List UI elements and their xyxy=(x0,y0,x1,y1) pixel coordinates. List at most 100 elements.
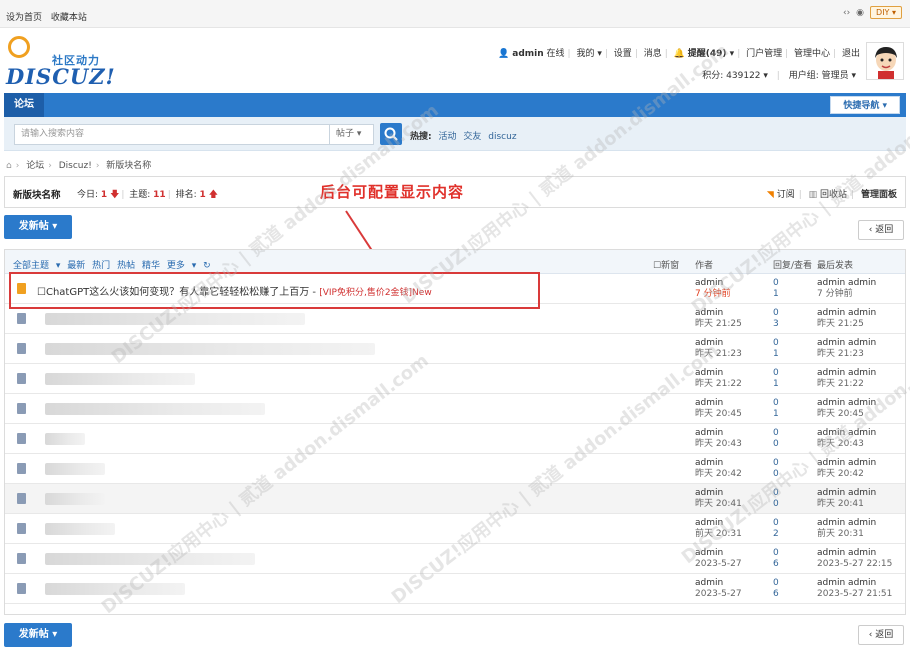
thread-author[interactable]: admin 昨天 21:23 xyxy=(695,338,742,360)
thread-row[interactable]: admin 昨天 21:23 0 1 admin admin 昨天 21:23 xyxy=(5,334,905,364)
hot-search: 热搜: 活动 交友 discuz xyxy=(410,132,517,142)
thread-title-redacted[interactable] xyxy=(45,343,375,355)
thread-title-redacted[interactable] xyxy=(45,433,85,445)
new-post-button[interactable]: 发新帖 ▾ xyxy=(4,215,72,239)
thread-author[interactable]: admin 前天 20:31 xyxy=(695,518,742,540)
diy-button[interactable]: DIY ▾ xyxy=(870,6,902,19)
thread-row[interactable]: admin 昨天 20:45 0 1 admin admin 昨天 20:45 xyxy=(5,394,905,424)
thread-row[interactable]: admin 昨天 21:22 0 1 admin admin 昨天 21:22 xyxy=(5,364,905,394)
forum-stats: 今日: 1 🡇 | 主题: 11 | 排名: 1 🡅 xyxy=(77,190,218,200)
new-post-button-bottom[interactable]: 发新帖 ▾ xyxy=(4,623,72,647)
thread-author[interactable]: admin 7 分钟前 xyxy=(695,278,731,300)
thread-last-post[interactable]: admin admin 2023-5-27 21:51 xyxy=(817,578,892,600)
thread-author[interactable]: admin 昨天 20:42 xyxy=(695,458,742,480)
thread-title-redacted[interactable] xyxy=(45,313,305,325)
thread-title-redacted[interactable] xyxy=(45,463,105,475)
thread-counts: 03 xyxy=(773,308,779,329)
thread-author[interactable]: admin 昨天 21:25 xyxy=(695,308,742,330)
search-scope-select[interactable]: 帖子 ▾ xyxy=(330,124,374,145)
filter-hot-posts[interactable]: 热帖 xyxy=(117,261,135,271)
filter-all[interactable]: 全部主题 ▾ xyxy=(13,261,60,271)
thread-author[interactable]: admin 昨天 20:43 xyxy=(695,428,742,450)
recycle-link[interactable]: 回收站 xyxy=(820,190,847,200)
site-logo[interactable]: 社区动力 DISCUZ! xyxy=(6,36,116,89)
thread-last-post[interactable]: admin admin 昨天 21:25 xyxy=(817,308,876,330)
thread-row[interactable]: admin 昨天 20:43 0 0 admin admin 昨天 20:43 xyxy=(5,424,905,454)
thread-row[interactable]: admin 2023-5-27 0 6 admin admin 2023-5-27 22:… xyxy=(5,544,905,574)
portal-manage-link[interactable]: 门户管理 xyxy=(746,49,782,59)
breadcrumb-item[interactable]: 论坛 xyxy=(26,161,44,171)
theme-icon[interactable]: ◉ xyxy=(856,8,864,18)
refresh-icon[interactable]: ↻ xyxy=(203,261,211,271)
thread-author[interactable]: admin 昨天 21:22 xyxy=(695,368,742,390)
manage-panel-link[interactable]: 管理面板 xyxy=(861,190,897,200)
search-button[interactable] xyxy=(380,123,402,145)
thread-counts: 06 xyxy=(773,578,779,599)
nav-forum-tab[interactable]: 论坛 xyxy=(4,93,44,117)
thread-last-post[interactable]: admin admin 昨天 21:22 xyxy=(817,368,876,390)
admin-center-link[interactable]: 管理中心 xyxy=(794,49,830,59)
code-icon[interactable]: ‹› xyxy=(843,8,850,18)
usergroup-menu[interactable]: 用户组: 管理员 ▾ xyxy=(789,71,856,81)
logo-bulb-icon xyxy=(8,36,30,58)
thread-counts: 00 xyxy=(773,458,779,479)
thread-author[interactable]: admin 2023-5-27 xyxy=(695,578,742,600)
remind-menu[interactable]: 提醒(49) ▾ xyxy=(688,49,734,59)
settings-link[interactable]: 设置 xyxy=(614,49,632,59)
user-menu: 👤 admin 在线 | 我的 ▾ | 设置 | 消息 | 🔔 提醒(49) ▾ | 门户… xyxy=(498,49,860,59)
bookmark-link[interactable]: 收藏本站 xyxy=(51,13,87,23)
mine-menu[interactable]: 我的 ▾ xyxy=(576,49,601,59)
thread-author[interactable]: admin 昨天 20:41 xyxy=(695,488,742,510)
thread-row[interactable]: admin 昨天 20:41 0 0 admin admin 昨天 20:41 xyxy=(5,484,905,514)
username-link[interactable]: admin xyxy=(512,49,543,59)
thread-row[interactable]: admin 2023-5-27 0 6 admin admin 2023-5-27 21:… xyxy=(5,574,905,604)
thread-title-redacted[interactable] xyxy=(45,583,185,595)
avatar[interactable] xyxy=(866,42,904,80)
thread-last-post[interactable]: admin admin 昨天 20:41 xyxy=(817,488,876,510)
thread-last-post[interactable]: admin admin 昨天 21:23 xyxy=(817,338,876,360)
thread-last-post[interactable]: admin admin 7 分钟前 xyxy=(817,278,876,300)
messages-link[interactable]: 消息 xyxy=(644,49,662,59)
thread-row[interactable]: admin 前天 20:31 0 2 admin admin 前天 20:31 xyxy=(5,514,905,544)
thread-counts: 02 xyxy=(773,518,779,539)
home-icon[interactable]: ⌂ xyxy=(6,161,12,171)
filter-digest[interactable]: 精华 xyxy=(142,261,160,271)
thread-author[interactable]: admin 昨天 20:45 xyxy=(695,398,742,420)
thread-counts: 01 xyxy=(773,398,779,419)
thread-title-redacted[interactable] xyxy=(45,373,195,385)
hot-term[interactable]: 活动 xyxy=(438,132,456,142)
up-arrow-icon: 🡅 xyxy=(208,190,218,200)
hot-term[interactable]: discuz xyxy=(488,132,516,142)
thread-last-post[interactable]: admin admin 昨天 20:42 xyxy=(817,458,876,480)
set-home-link[interactable]: 设为首页 xyxy=(6,13,42,23)
thread-last-post[interactable]: admin admin 2023-5-27 22:15 xyxy=(817,548,892,570)
breadcrumb-item[interactable]: Discuz! xyxy=(59,161,92,171)
back-button[interactable]: ‹ 返回 xyxy=(858,220,904,240)
thread-title-redacted[interactable] xyxy=(45,523,115,535)
thread-last-post[interactable]: admin admin 昨天 20:43 xyxy=(817,428,876,450)
thread-row[interactable]: admin 昨天 20:42 0 0 admin admin 昨天 20:42 xyxy=(5,454,905,484)
hot-term[interactable]: 交友 xyxy=(463,132,481,142)
thread-counts: 00 xyxy=(773,428,779,449)
breadcrumb-item[interactable]: 新版块名称 xyxy=(106,161,151,171)
thread-author[interactable]: admin 2023-5-27 xyxy=(695,548,742,570)
filter-more[interactable]: 更多 ▾ xyxy=(167,261,196,271)
filter-hot[interactable]: 热门 xyxy=(92,261,110,271)
quick-nav-button[interactable]: 快捷导航 ▾ xyxy=(830,96,900,114)
thread-file-icon xyxy=(17,493,26,504)
logout-link[interactable]: 退出 xyxy=(842,49,860,59)
thread-title-redacted[interactable] xyxy=(45,493,105,505)
back-button-bottom[interactable]: ‹ 返回 xyxy=(858,625,904,645)
subscribe-link[interactable]: 订阅 xyxy=(777,190,795,200)
thread-last-post[interactable]: admin admin 前天 20:31 xyxy=(817,518,876,540)
new-window-checkbox[interactable]: ☐新窗 xyxy=(653,258,679,271)
top-bar: 设为首页 收藏本站 ‹› ◉ DIY ▾ xyxy=(0,0,910,28)
forum-name: 新版块名称 xyxy=(13,190,61,201)
thread-last-post[interactable]: admin admin 昨天 20:45 xyxy=(817,398,876,420)
credits-menu[interactable]: 积分: 439122 ▾ xyxy=(702,71,768,81)
thread-title-redacted[interactable] xyxy=(45,553,255,565)
thread-file-icon xyxy=(17,313,26,324)
thread-title-redacted[interactable] xyxy=(45,403,265,415)
search-input[interactable]: 请输入搜索内容 xyxy=(14,124,330,145)
filter-latest[interactable]: 最新 xyxy=(67,261,85,271)
